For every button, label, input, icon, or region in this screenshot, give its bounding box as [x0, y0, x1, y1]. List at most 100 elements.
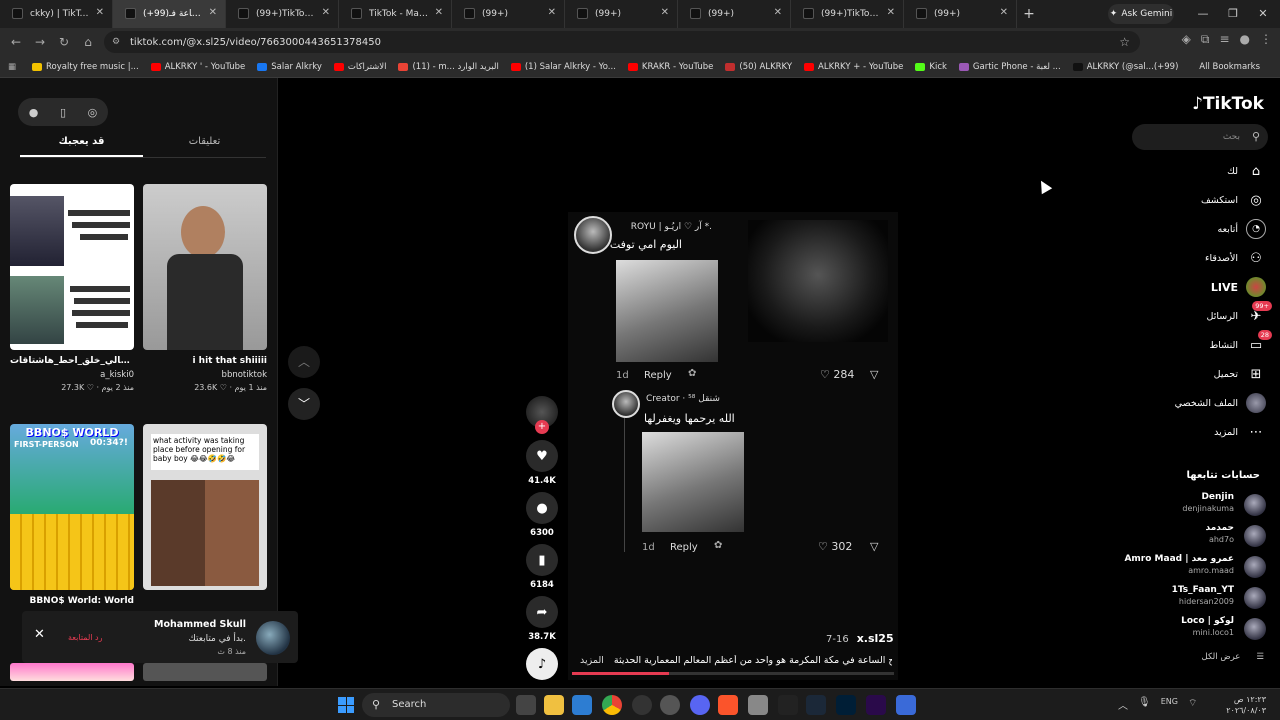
bookmark-star-icon[interactable]: ☆: [1119, 35, 1130, 49]
ask-gemini-button[interactable]: ✦ Ask Gemini: [1108, 4, 1174, 24]
app-icon[interactable]: [660, 695, 680, 715]
store-icon[interactable]: [572, 695, 592, 715]
profile-avatar[interactable]: ●: [1240, 32, 1250, 47]
taskbar-search[interactable]: ⚲ Search: [362, 693, 510, 717]
browser-tab[interactable]: (99+) ✕: [678, 0, 791, 28]
menu-dots-icon[interactable]: ⋮: [1260, 32, 1272, 47]
chevron-up-icon[interactable]: ︿: [1118, 697, 1128, 712]
close-tab-icon[interactable]: ✕: [774, 7, 782, 18]
nav-live[interactable]: LIVE: [1211, 276, 1266, 298]
browser-tab-active[interactable]: (+99)برج الساعة فـ✕: [113, 0, 226, 28]
bookmark-item[interactable]: ALKRKY (@sal...(+99): [1072, 62, 1178, 72]
following-account[interactable]: 1Ts_Faan_YT hidersan2009: [1126, 585, 1266, 613]
microphone-icon[interactable]: 🎙: [1138, 697, 1151, 712]
music-disc-icon[interactable]: ♪: [526, 648, 558, 680]
capcut-icon[interactable]: [778, 695, 798, 715]
following-account[interactable]: Amro Maad | عمرو معد amro.maad: [1124, 554, 1266, 582]
video-card[interactable]: i hit that shiiiii bbnotiktok 23.6K ♡ · …: [143, 184, 267, 392]
comment-button[interactable]: ● 6300: [526, 492, 558, 538]
url-input[interactable]: ⚙ tiktok.com/@x.sl25/video/7663000443651…: [104, 31, 1140, 53]
save-button[interactable]: ▮ 6184: [526, 544, 558, 590]
nav-friends[interactable]: الأصدقاء ⚇: [1205, 247, 1266, 269]
following-account[interactable]: Loco | لوكو mini.loco1: [1126, 616, 1266, 644]
browser-tab[interactable]: ckky) | TikTok(+99)✕: [0, 0, 113, 28]
follow-back-button[interactable]: رد المتابعة: [68, 633, 102, 642]
browser-tab[interactable]: (99+) ✕: [904, 0, 1017, 28]
nav-following[interactable]: أتابعه ◔: [1218, 218, 1266, 240]
bookmark-item[interactable]: Kick: [915, 62, 947, 72]
app-icon[interactable]: [748, 695, 768, 715]
previous-video-button[interactable]: ︿: [288, 346, 320, 378]
phone-icon[interactable]: ▯: [60, 106, 66, 119]
share-icon[interactable]: ➦: [526, 596, 558, 628]
tiktok-logo[interactable]: ♪TikTok: [1192, 94, 1264, 114]
sound-button[interactable]: ♪: [526, 648, 558, 680]
video-progress-bar[interactable]: [572, 672, 894, 675]
language-indicator[interactable]: ENG: [1161, 697, 1178, 712]
tab-comments[interactable]: تعليقات: [143, 136, 266, 157]
close-tab-icon[interactable]: ✕: [322, 7, 330, 18]
video-thumbnail[interactable]: [143, 184, 267, 350]
maximize-icon[interactable]: ❐: [1218, 0, 1248, 28]
more-link[interactable]: المزيد: [580, 655, 604, 666]
follow-plus-icon[interactable]: +: [535, 420, 549, 434]
discord-icon[interactable]: [690, 695, 710, 715]
close-tab-icon[interactable]: ✕: [548, 7, 556, 18]
nav-more[interactable]: المزيد ⋯: [1214, 421, 1266, 443]
photoshop-icon[interactable]: [836, 695, 856, 715]
close-tab-icon[interactable]: ✕: [1000, 7, 1008, 18]
nav-profile[interactable]: الملف الشخصي: [1175, 392, 1266, 414]
video-thumbnail[interactable]: BBNO$ WORLD FIRST-PERSON 00:34?!: [10, 424, 134, 590]
site-info-icon[interactable]: ⚙: [112, 37, 122, 47]
apps-grid-icon[interactable]: ▦: [8, 62, 16, 72]
bookmark-item[interactable]: (50) ALKRKY: [725, 62, 792, 72]
close-icon[interactable]: ✕: [34, 627, 45, 642]
task-view-icon[interactable]: [516, 695, 536, 715]
video-thumbnail[interactable]: [10, 663, 134, 681]
tab-you-may-like[interactable]: قد يعجبك: [20, 136, 143, 157]
bookmark-item[interactable]: الاشتراكات: [333, 62, 386, 72]
app-icon[interactable]: [632, 695, 652, 715]
app-icon[interactable]: [896, 695, 916, 715]
video-card[interactable]: احب تشوفك فكّر 😹 #مالي_خلق_احط_هاشتاقات.…: [10, 184, 134, 392]
share-button[interactable]: ➦ 38.7K: [526, 596, 558, 642]
browser-tab[interactable]: (99+) ✕: [452, 0, 565, 28]
minimize-icon[interactable]: —: [1188, 0, 1218, 28]
close-tab-icon[interactable]: ✕: [435, 7, 443, 18]
bookmark-item[interactable]: (1) Salar Alkrky - Yo...: [510, 62, 616, 72]
nav-messages[interactable]: الرسائل ✈ 99+: [1207, 301, 1272, 327]
nav-explore[interactable]: استكشف ◎: [1201, 189, 1266, 211]
video-author[interactable]: 7-16 x.sl25: [826, 632, 894, 645]
close-tab-icon[interactable]: ✕: [661, 7, 669, 18]
home-icon[interactable]: ⌂: [76, 35, 100, 49]
bookmark-icon[interactable]: ▮: [526, 544, 558, 576]
video-player[interactable]: ROYU | آر ♡ اريُـو *. اليوم امي توفت 1d …: [568, 212, 898, 680]
close-tab-icon[interactable]: ✕: [887, 7, 895, 18]
back-icon[interactable]: ←: [4, 35, 28, 49]
extension-icon[interactable]: ◈: [1182, 32, 1191, 47]
next-video-button[interactable]: ﹀: [288, 388, 320, 420]
browser-tab[interactable]: (99+)TikTok - Make✕: [226, 0, 339, 28]
brave-icon[interactable]: [718, 695, 738, 715]
see-all-link[interactable]: عرض الكل ☰: [1186, 652, 1264, 662]
close-tab-icon[interactable]: ✕: [209, 7, 217, 18]
nav-for-you[interactable]: لك ⌂: [1227, 160, 1266, 182]
bookmark-item[interactable]: (11) - m... البريد الوارد: [398, 62, 499, 72]
network-icon[interactable]: ⌔: [1188, 697, 1197, 712]
browser-tab[interactable]: (99+)TikTok - Mak✕: [791, 0, 904, 28]
premiere-icon[interactable]: [866, 695, 886, 715]
nav-upload[interactable]: تحميل ⊞: [1214, 363, 1266, 385]
avatar[interactable]: [256, 621, 290, 655]
bookmark-item[interactable]: ALKRKY ' - YouTube: [150, 62, 245, 72]
bookmark-item[interactable]: Royalty free music |...: [32, 62, 139, 72]
file-explorer-icon[interactable]: [544, 695, 564, 715]
bookmark-item[interactable]: ALKRKY + - YouTube: [804, 62, 903, 72]
following-account[interactable]: Denjin denjinakuma: [1126, 492, 1266, 520]
bookmark-item[interactable]: Gartic Phone - لعبة ...: [958, 62, 1061, 72]
browser-tab[interactable]: (99+) ✕: [565, 0, 678, 28]
bookmark-item[interactable]: KRAKR - YouTube: [627, 62, 713, 72]
video-thumbnail[interactable]: what activity was taking place before op…: [143, 424, 267, 590]
creator-avatar-button[interactable]: +: [526, 396, 558, 442]
search-icon[interactable]: ⚲: [1252, 124, 1260, 150]
media-icon[interactable]: ≡: [1219, 32, 1229, 47]
